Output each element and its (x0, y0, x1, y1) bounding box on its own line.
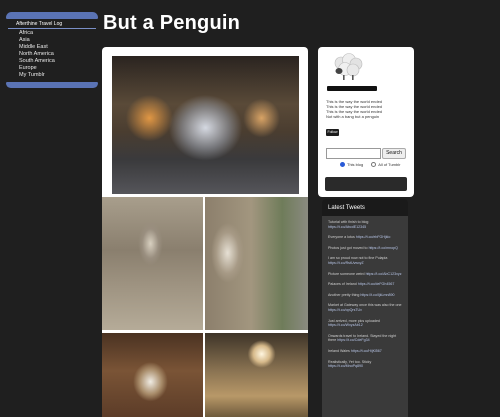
tweet-item: Picture someone weird https://t.co/AbC12… (328, 272, 402, 277)
search-input[interactable] (326, 148, 381, 159)
radio-all-tumblr[interactable]: All of Tumblr (371, 162, 401, 168)
radio-this-blog[interactable]: This blog (340, 162, 364, 168)
follow-button[interactable]: Follow (326, 129, 339, 136)
radio-empty-icon (371, 162, 377, 168)
tweet-link[interactable]: https://t.co/AbC123xyz (366, 272, 402, 276)
search-button[interactable]: Search (382, 148, 406, 159)
tweet-link[interactable]: https://t.co/deFGh4567 (358, 282, 395, 286)
tweet-item: Realistically, Yet too. Sticky https://t… (328, 360, 402, 369)
tweet-text: Tutorial with finish to blog (328, 220, 369, 224)
tweet-item: I am so proud now not to fine Pulapia ht… (328, 256, 402, 265)
tweet-link[interactable]: https://t.co/IjkLmn890 (360, 293, 394, 297)
tweet-text: Another pretty thing (328, 292, 360, 297)
site-title[interactable]: But a Penguin (103, 12, 240, 35)
nav-title: Afterthine Travel Log (8, 19, 96, 29)
tweet-item: Photos just got moved to https://t.co/mn… (328, 246, 402, 251)
tweet-text: Palaces of Ireland (328, 282, 357, 287)
nav-top-cap (6, 12, 98, 19)
tweets-title: Latest Tweets (322, 199, 408, 216)
tweet-item: Ireland Wales https://t.co/HijKl567 (328, 349, 402, 354)
tweet-item: Onwards travel to Ireland. Stayed the ni… (328, 334, 402, 343)
tweet-item: Palaces of Ireland https://t.co/deFGh456… (328, 282, 402, 287)
sheep-avatar-icon (334, 53, 363, 80)
travel-log-nav: Afterthine Travel Log Africa Asia Middle… (6, 12, 98, 88)
tweet-link[interactable]: https://t.co/HijKl567 (351, 349, 382, 353)
nav-item-north-america[interactable]: North America (19, 51, 98, 58)
tweet-link[interactable]: https://t.co/WxyzAb12 (328, 323, 363, 327)
radio-label: This blog (347, 162, 364, 167)
photo-window-room[interactable] (102, 333, 203, 417)
tweet-text: I am so proud now not to fine Pulapia (328, 256, 388, 261)
nav-item-my-tumblr[interactable]: My Tumblr (19, 72, 98, 79)
tweet-text: Photos just got moved to (328, 245, 368, 250)
tweet-item: Tutorial with finish to blog https://t.c… (328, 220, 402, 229)
radio-label: All of Tumblr (378, 162, 401, 167)
photo-lit-hall[interactable] (205, 333, 308, 417)
nav-item-middle-east[interactable]: Middle East (19, 44, 98, 51)
nav-item-africa[interactable]: Africa (19, 30, 98, 37)
tweet-text: Picture someone weird (328, 271, 365, 276)
photo-arcade-corridor[interactable] (205, 197, 308, 330)
latest-tweets-widget: Latest Tweets Tutorial with finish to bl… (322, 199, 408, 417)
tweet-text: Everyone a lotus (328, 235, 355, 240)
radio-selected-icon (340, 162, 345, 168)
photo-courtyard-fountain[interactable] (112, 56, 299, 194)
tweet-text: Realistically, Yet too. Sticky (328, 359, 372, 364)
search-scope: This blog All of Tumblr (340, 162, 401, 168)
blog-description: This is the way the world ended This is … (326, 99, 410, 119)
sidebar-dark-bar (325, 177, 407, 191)
photoset-post (102, 47, 308, 417)
tweet-link[interactable]: https://t.co/MnoPq890 (328, 364, 363, 368)
photo-stone-archway[interactable] (102, 197, 203, 330)
tweet-link[interactable]: https://t.co/ebFGHjklo (356, 235, 391, 239)
tweet-link[interactable]: https://t.co/RstUvwxyZ (328, 261, 364, 265)
bio-line: Not with a bang but a penguin (326, 114, 380, 119)
tweet-link[interactable]: https://t.co/AbcdE12345 (328, 225, 366, 229)
tweet-item: Everyone a lotus https://t.co/ebFGHjklo (328, 235, 402, 240)
tweet-text: Just arrived, more pics uploaded (328, 318, 380, 323)
tweet-text: Ireland Wales (328, 348, 350, 353)
tweet-link[interactable]: https://t.co/CdeFg34 (337, 338, 369, 342)
nav-item-asia[interactable]: Asia (19, 37, 98, 44)
tweet-item: Another pretty thing https://t.co/IjkLmn… (328, 293, 402, 298)
tweet-link[interactable]: https://t.co/opQrsTUv (328, 308, 362, 312)
nav-item-south-america[interactable]: South America (19, 58, 98, 65)
nav-bottom-cap (6, 82, 98, 88)
blog-name-bar (327, 86, 377, 91)
nav-list: Africa Asia Middle East North America So… (6, 29, 98, 81)
tweet-list: Tutorial with finish to blog https://t.c… (322, 216, 408, 379)
tweet-item: Market at Gateway once this was also the… (328, 303, 402, 312)
tweet-item: Just arrived, more pics uploaded https:/… (328, 319, 402, 328)
tweet-text: Market at Gateway once this was also the… (328, 303, 402, 308)
nav-item-europe[interactable]: Europe (19, 65, 98, 72)
profile-sidebar: This is the way the world ended This is … (318, 47, 414, 197)
tweet-link[interactable]: https://t.co/mnopQ (369, 246, 398, 250)
